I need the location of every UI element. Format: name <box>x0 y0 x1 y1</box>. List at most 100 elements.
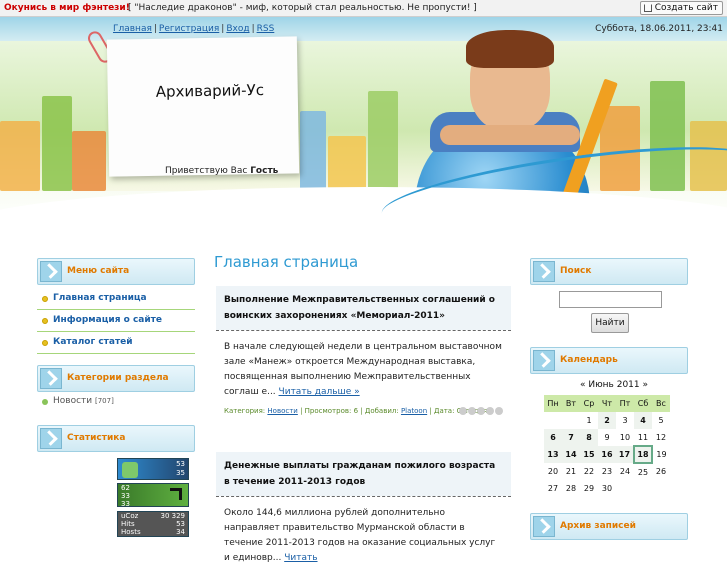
counter-widget-2[interactable]: 62 33 33 <box>117 483 189 508</box>
calendar-day: 22 <box>583 467 595 476</box>
calendar-day[interactable]: 7 <box>562 429 580 446</box>
post-body: В начале следующей недели в центральном … <box>216 331 511 416</box>
calendar-day <box>616 480 634 497</box>
calendar-day: 5 <box>658 416 664 425</box>
create-site-label: Создать сайт <box>654 3 718 13</box>
post-author-link[interactable]: Platoon <box>401 407 427 415</box>
promo-text[interactable]: [ "Наследие драконов" - миф, который ста… <box>128 0 477 16</box>
arrow-up-icon <box>170 488 182 500</box>
top-nav: Главная | Регистрация | Вход | RSS <box>113 24 275 34</box>
calendar-weekday: Пт <box>616 395 634 412</box>
menu-item-about[interactable]: Информация о сайте <box>37 310 195 332</box>
post-category-link[interactable]: Новости <box>267 407 297 415</box>
left-sidebar: Меню сайта Главная страница Информация о… <box>37 258 195 354</box>
calendar-day: 10 <box>619 433 631 442</box>
stats-block: Статистика 53 35 62 33 33 uCoz 30 329 Hits 53… <box>37 425 195 545</box>
search-input[interactable] <box>559 291 662 308</box>
star-icon <box>468 407 476 415</box>
calendar-next[interactable]: » <box>643 380 649 390</box>
calendar-weekday: Сб <box>634 395 652 412</box>
home-icon <box>643 4 652 12</box>
page-title: Главная страница <box>214 253 359 271</box>
calendar-day: 11 <box>637 432 649 442</box>
post-title[interactable]: Выполнение Межправительственных соглашен… <box>216 286 511 330</box>
post-entry: Денежные выплаты гражданам пожилого возр… <box>216 452 511 566</box>
counter-widget-1[interactable]: 53 35 <box>117 458 189 480</box>
calendar-day[interactable]: 17 <box>616 446 634 463</box>
calendar-day: 25 <box>637 467 649 477</box>
calendar-day[interactable]: 15 <box>580 446 598 463</box>
promo-bar: Окунись в мир фэнтези! [ "Наследие драко… <box>0 0 727 17</box>
calendar-day[interactable]: 2 <box>598 412 616 429</box>
greeting: Приветствую Вас Гость <box>165 166 279 176</box>
arrow-icon <box>40 368 62 389</box>
categories-block-header: Категории раздела <box>37 365 195 392</box>
site-title[interactable]: Архиварий-Ус <box>156 81 265 101</box>
post-body: Около 144,6 миллиона рублей дополнительн… <box>224 508 496 563</box>
read-more-link[interactable]: Читать дальше » <box>279 387 360 397</box>
greeting-user: Гость <box>250 166 279 176</box>
nav-rss[interactable]: RSS <box>257 24 275 34</box>
calendar-day: 26 <box>655 467 667 476</box>
counter-widget-ucoz[interactable]: uCoz 30 329 Hits 53 Hosts 34 <box>117 511 189 537</box>
calendar-day[interactable]: 13 <box>544 446 562 463</box>
menu-block-header: Меню сайта <box>37 258 195 285</box>
archive-block: Архив записей <box>530 513 688 540</box>
menu-item-home[interactable]: Главная страница <box>37 288 195 310</box>
calendar-day[interactable]: 6 <box>544 429 562 446</box>
create-site-button[interactable]: Создать сайт <box>639 1 723 15</box>
search-block-header: Поиск <box>530 258 688 285</box>
calendar-day[interactable]: 8 <box>580 429 598 446</box>
archive-block-header: Архив записей <box>530 513 688 540</box>
calendar-day[interactable]: 16 <box>598 446 616 463</box>
read-more-link[interactable]: Читать <box>284 553 317 563</box>
bullet-icon <box>42 318 48 324</box>
arrow-icon <box>533 261 555 282</box>
calendar-day <box>652 480 670 497</box>
promo-title[interactable]: Окунись в мир фэнтези! <box>4 0 130 16</box>
calendar-day[interactable]: 14 <box>562 446 580 463</box>
bullet-icon <box>42 399 48 405</box>
post-title[interactable]: Денежные выплаты гражданам пожилого возр… <box>216 452 511 496</box>
bullet-icon <box>42 340 48 346</box>
menu-item-articles[interactable]: Каталог статей <box>37 332 195 354</box>
calendar-day <box>544 412 562 429</box>
category-news[interactable]: Новости [707] <box>37 392 195 412</box>
calendar-weekday: Вт <box>562 395 580 412</box>
calendar-weekday: Вс <box>652 395 670 412</box>
stats-block-header: Статистика <box>37 425 195 452</box>
nav-login[interactable]: Вход <box>226 24 249 34</box>
calendar-month: Июнь 2011 <box>588 380 640 390</box>
star-icon <box>486 407 494 415</box>
star-icon <box>477 407 485 415</box>
rating-stars[interactable] <box>458 407 503 418</box>
calendar-day: 24 <box>619 467 631 476</box>
calendar-day: 29 <box>583 484 595 493</box>
calendar-day: 19 <box>656 450 667 459</box>
post-entry: Выполнение Межправительственных соглашен… <box>216 286 511 416</box>
calendar-weekday: Пн <box>544 395 562 412</box>
calendar-day: 30 <box>601 484 613 493</box>
search-button[interactable]: Найти <box>591 313 629 333</box>
calendar-block-header: Календарь <box>530 347 688 374</box>
calendar-weekday: Чт <box>598 395 616 412</box>
post-meta: Категория: Новости | Просмотров: 6 | Доб… <box>224 406 503 416</box>
calendar-day: 28 <box>565 484 577 493</box>
search-block: Поиск <box>530 258 688 285</box>
nav-home[interactable]: Главная <box>113 24 152 34</box>
calendar-prev[interactable]: « <box>580 380 586 390</box>
calendar-block: Календарь « Июнь 2011 » <box>530 347 688 390</box>
current-datetime: Суббота, 18.06.2011, 23:41 <box>595 24 723 34</box>
calendar-day[interactable]: 4 <box>634 412 652 429</box>
categories-block: Категории раздела Новости [707] <box>37 365 195 412</box>
calendar-day <box>562 412 580 429</box>
calendar-weekday: Ср <box>580 395 598 412</box>
arrow-icon <box>533 350 555 371</box>
calendar-day[interactable]: 18 <box>633 445 653 464</box>
calendar-grid: Пн Вт Ср Чт Пт Сб Вс 1 2 3 4 5 6 7 8 9 10 11 12 13 14 15 16 17 1… <box>544 395 670 497</box>
calendar-day: 23 <box>601 467 613 476</box>
arrow-icon <box>40 428 62 449</box>
nav-register[interactable]: Регистрация <box>159 24 219 34</box>
calendar-day <box>634 480 652 497</box>
site-header: Главная | Регистрация | Вход | RSS Суббота, 18… <box>0 17 727 240</box>
